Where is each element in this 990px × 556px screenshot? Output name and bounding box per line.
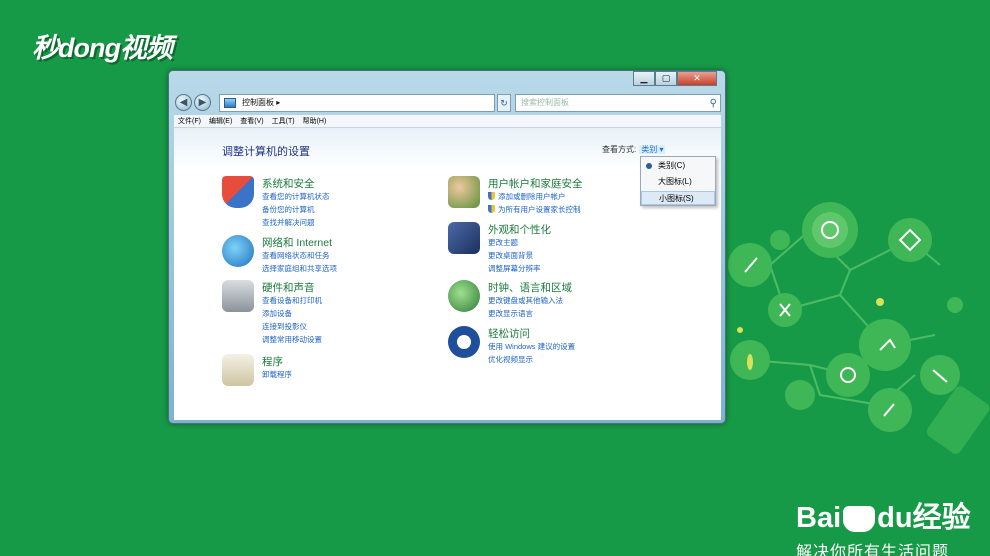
forward-button[interactable]: ▶ (194, 94, 211, 111)
category-link[interactable]: 选择家庭组和共享选项 (262, 263, 337, 274)
control-panel-window: ▁ ▢ ✕ ◀ ▶ 控制面板 ▸ ↻ 搜索控制面板 ⚲ 文件(F) 编辑(E) … (168, 70, 726, 424)
refresh-button[interactable]: ↻ (497, 94, 511, 112)
category-title[interactable]: 程序 (262, 354, 283, 369)
category-link[interactable]: 优化视频显示 (488, 354, 533, 365)
miaodong-logo: 秒dong视频 (32, 33, 173, 63)
menu-view[interactable]: 查看(V) (236, 115, 267, 127)
minimize-button[interactable]: ▁ (633, 71, 655, 86)
search-input[interactable]: 搜索控制面板 ⚲ (515, 94, 721, 112)
maximize-button[interactable]: ▢ (655, 71, 677, 86)
category-link[interactable]: 查看网络状态和任务 (262, 250, 330, 261)
category-title[interactable]: 网络和 Internet (262, 235, 332, 250)
users-icon (448, 176, 480, 208)
category-link[interactable]: 查找并解决问题 (262, 217, 315, 228)
category-link[interactable]: 查看设备和打印机 (262, 295, 322, 306)
breadcrumb[interactable]: 控制面板 (242, 98, 274, 107)
view-option-small-icons[interactable]: 小图标(S) (641, 191, 715, 205)
menu-help[interactable]: 帮助(H) (299, 115, 331, 127)
category-link[interactable]: 查看您的计算机状态 (262, 191, 330, 202)
category-link[interactable]: 为所有用户设置家长控制 (488, 204, 581, 215)
view-option-category[interactable]: 类别(C) (641, 159, 715, 173)
printer-icon (222, 280, 254, 312)
view-option-large-icons[interactable]: 大图标(L) (641, 175, 715, 189)
category-link[interactable]: 卸载程序 (262, 369, 292, 380)
programs-icon (222, 354, 254, 386)
window-controls: ▁ ▢ ✕ (633, 71, 717, 86)
control-panel-icon (224, 98, 236, 108)
category-link[interactable]: 调整常用移动设置 (262, 334, 322, 345)
category-title[interactable]: 外观和个性化 (488, 222, 551, 237)
shield-icon (222, 176, 254, 208)
close-button[interactable]: ✕ (677, 71, 717, 86)
lightbulb-decoration (728, 202, 990, 454)
category-link[interactable]: 使用 Windows 建议的设置 (488, 341, 575, 352)
view-by-menu: 类别(C) 大图标(L) 小图标(S) (640, 156, 716, 206)
view-by: 查看方式: 类别 ▾ (602, 145, 666, 154)
content-area: 调整计算机的设置 查看方式: 类别 ▾ 类别(C) 大图标(L) 小图标(S) 系… (174, 128, 721, 420)
navigation-bar: ◀ ▶ 控制面板 ▸ ↻ 搜索控制面板 ⚲ (175, 93, 721, 113)
globe-icon (222, 235, 254, 267)
view-by-dropdown[interactable]: 类别 ▾ (639, 145, 666, 154)
accessibility-icon (448, 326, 480, 358)
category-link[interactable]: 添加设备 (262, 308, 292, 319)
monitor-icon (448, 222, 480, 254)
globe-clock-icon (448, 280, 480, 312)
menu-edit[interactable]: 编辑(E) (205, 115, 236, 127)
address-bar[interactable]: 控制面板 ▸ (219, 94, 495, 112)
category-link[interactable]: 添加或删除用户帐户 (488, 191, 566, 202)
category-link[interactable]: 更改键盘或其他输入法 (488, 295, 563, 306)
baidu-slogan: 解决你所有生活问题 (796, 544, 950, 556)
category-link[interactable]: 更改主题 (488, 237, 518, 248)
category-title[interactable]: 硬件和声音 (262, 280, 315, 295)
category-link[interactable]: 更改显示语言 (488, 308, 533, 319)
category-title[interactable]: 系统和安全 (262, 176, 315, 191)
menu-bar: 文件(F) 编辑(E) 查看(V) 工具(T) 帮助(H) (174, 115, 721, 128)
category-title[interactable]: 用户帐户和家庭安全 (488, 176, 583, 191)
category-link[interactable]: 连接到投影仪 (262, 321, 307, 332)
page-title: 调整计算机的设置 (222, 146, 310, 158)
category-link[interactable]: 备份您的计算机 (262, 204, 315, 215)
category-title[interactable]: 轻松访问 (488, 326, 530, 341)
baidu-logo: Bai du经验 (796, 502, 971, 534)
selected-dot-icon (646, 163, 652, 169)
category-link[interactable]: 调整屏幕分辨率 (488, 263, 541, 274)
back-button[interactable]: ◀ (175, 94, 192, 111)
menu-tools[interactable]: 工具(T) (268, 115, 299, 127)
category-title[interactable]: 时钟、语言和区域 (488, 280, 572, 295)
menu-file[interactable]: 文件(F) (174, 115, 205, 127)
baidu-paw-icon (843, 506, 876, 533)
category-link[interactable]: 更改桌面背景 (488, 250, 533, 261)
search-icon[interactable]: ⚲ (710, 96, 717, 112)
